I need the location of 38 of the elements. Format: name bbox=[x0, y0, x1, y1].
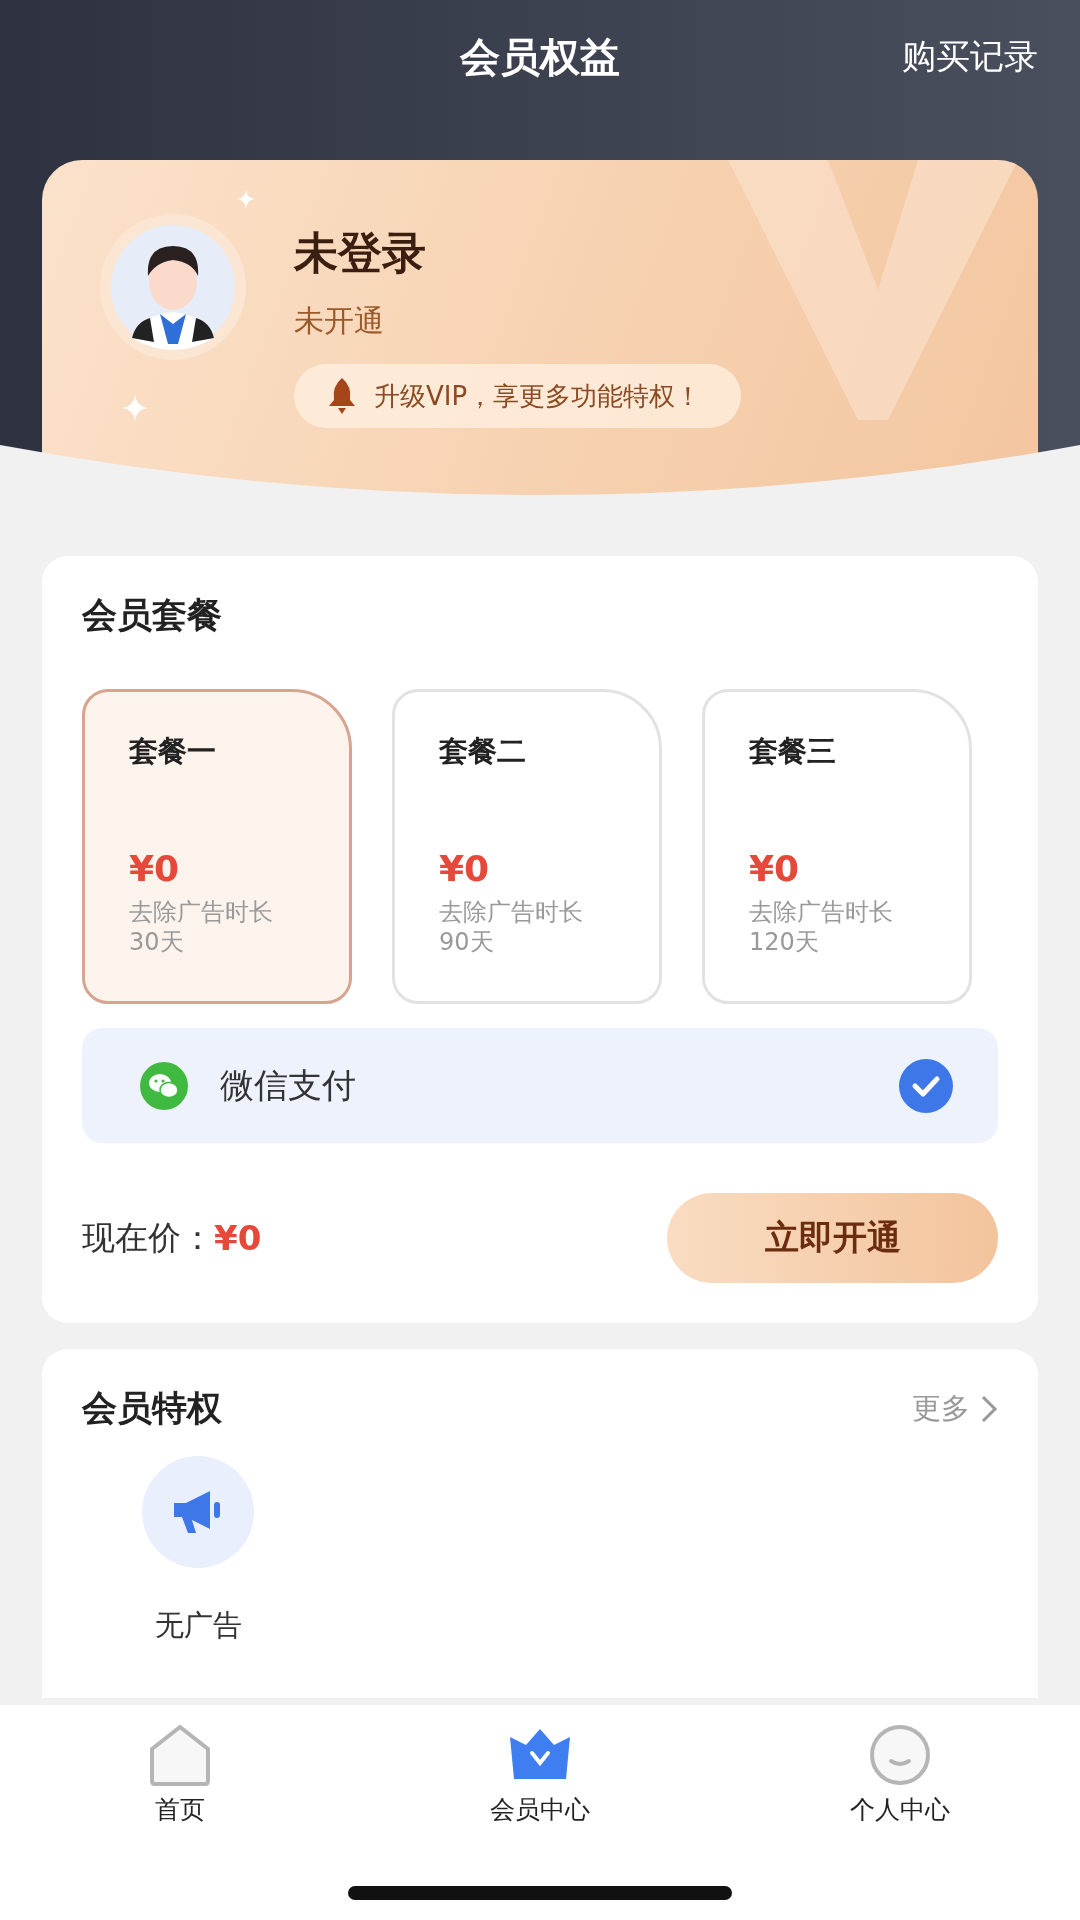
plan-name: 套餐三 bbox=[749, 733, 836, 770]
plan-name: 套餐一 bbox=[129, 733, 216, 770]
upgrade-banner[interactable]: 升级VIP，享更多功能特权！ bbox=[294, 364, 742, 428]
check-icon[interactable] bbox=[898, 1057, 954, 1114]
sparkle-icon bbox=[122, 395, 148, 421]
plan-name: 套餐二 bbox=[439, 733, 526, 770]
activate-button[interactable]: 立即开通 bbox=[667, 1193, 998, 1283]
plan-duration: 30天 bbox=[129, 927, 184, 957]
plan-option[interactable]: 套餐三 ¥0 去除广告时长 120天 bbox=[702, 689, 972, 1004]
page-title: 会员权益 bbox=[460, 33, 620, 82]
current-price: ¥0 bbox=[214, 1218, 262, 1258]
plan-price: ¥0 bbox=[439, 848, 490, 889]
plan-description: 去除广告时长 bbox=[129, 897, 273, 927]
plan-description: 去除广告时长 bbox=[749, 897, 893, 927]
plan-price: ¥0 bbox=[749, 848, 800, 889]
sparkle-icon bbox=[237, 190, 255, 208]
section-title: 会员套餐 bbox=[82, 594, 223, 637]
tab-item[interactable]: 会员中心 bbox=[360, 1705, 720, 1855]
plan-duration: 90天 bbox=[439, 927, 494, 957]
payment-option[interactable]: 微信支付 bbox=[82, 1028, 998, 1143]
plan-price: ¥0 bbox=[129, 848, 180, 889]
purchase-history-link[interactable]: 购买记录 bbox=[902, 34, 1038, 80]
plan-option[interactable]: 套餐一 ¥0 去除广告时长 30天 bbox=[82, 689, 352, 1004]
tab-item[interactable]: 首页 bbox=[0, 1705, 360, 1855]
chat-bubbles-icon bbox=[140, 1061, 188, 1110]
payment-label: 微信支付 bbox=[220, 1063, 357, 1107]
tab-item[interactable]: 个人中心 bbox=[720, 1705, 1080, 1855]
chevron-icon bbox=[980, 1393, 998, 1424]
avatar-icon bbox=[98, 212, 248, 362]
upgrade-text: 升级VIP，享更多功能特权！ bbox=[374, 379, 702, 413]
plan-description: 去除广告时长 bbox=[439, 897, 583, 927]
privilege-label: 无广告 bbox=[154, 1607, 242, 1644]
price-label: 现在价： bbox=[82, 1216, 214, 1259]
user-name: 未登录 bbox=[294, 226, 426, 280]
membership-status: 未开通 bbox=[294, 302, 384, 340]
section-title: 会员特权 bbox=[82, 1387, 222, 1430]
plan-duration: 120天 bbox=[749, 927, 819, 957]
plan-option[interactable]: 套餐二 ¥0 去除广告时长 90天 bbox=[392, 689, 662, 1004]
